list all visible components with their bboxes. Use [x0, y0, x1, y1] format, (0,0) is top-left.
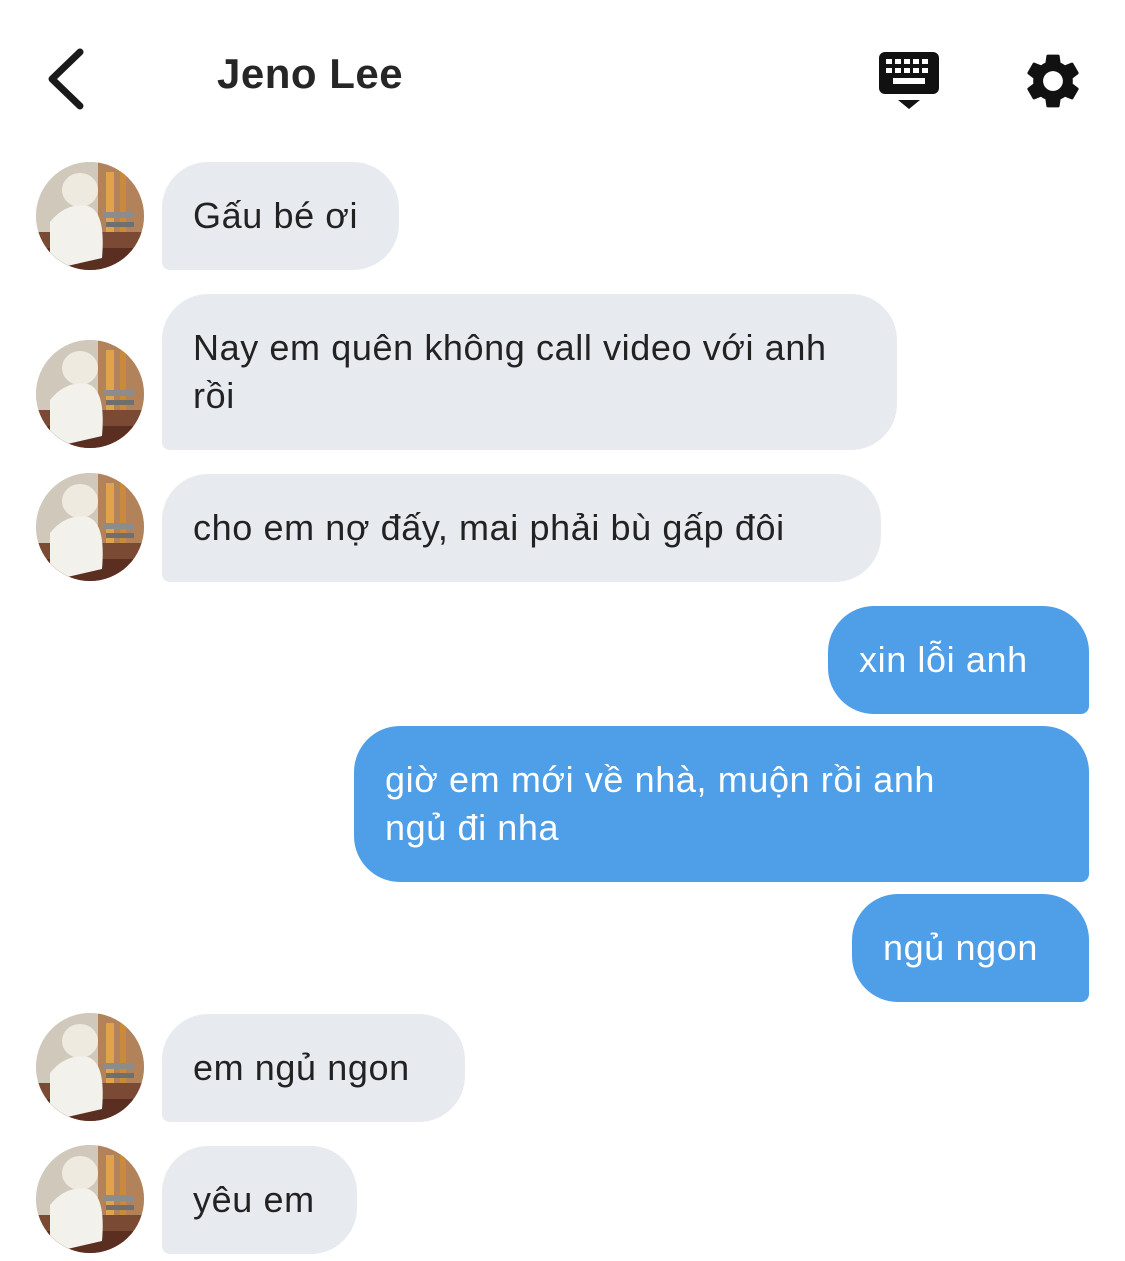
- contact-avatar[interactable]: [36, 1145, 144, 1253]
- message-text: Gấu bé ơi: [193, 195, 359, 236]
- contact-avatar[interactable]: [36, 473, 144, 581]
- chevron-left-icon: [48, 48, 84, 110]
- avatar-photo: [36, 473, 144, 581]
- message-bubble-outgoing[interactable]: ngủ ngon: [852, 894, 1089, 1002]
- message-bubble-outgoing[interactable]: xin lỗi anh: [828, 606, 1089, 714]
- message-bubble-incoming[interactable]: em ngủ ngon: [162, 1014, 465, 1122]
- keyboard-icon: [879, 52, 939, 109]
- message-bubble-incoming[interactable]: cho em nợ đấy, mai phải bù gấp đôi: [162, 474, 881, 582]
- message-bubble-incoming[interactable]: yêu em: [162, 1146, 357, 1254]
- contact-avatar[interactable]: [36, 162, 144, 270]
- gear-icon: [1027, 54, 1079, 108]
- back-button[interactable]: [40, 44, 96, 114]
- chat-header: Jeno Lee: [0, 0, 1125, 150]
- message-text: cho em nợ đấy, mai phải bù gấp đôi: [193, 507, 785, 548]
- avatar-photo: [36, 340, 144, 448]
- keyboard-button[interactable]: [876, 48, 942, 114]
- message-text: Nay em quên không call video với anh rồi: [193, 327, 827, 416]
- message-text: ngủ ngon: [883, 927, 1038, 968]
- settings-button[interactable]: [1020, 48, 1086, 114]
- avatar-photo: [36, 1145, 144, 1253]
- message-bubble-incoming[interactable]: Nay em quên không call video với anh rồi: [162, 294, 897, 450]
- avatar-photo: [36, 162, 144, 270]
- contact-avatar[interactable]: [36, 1013, 144, 1121]
- message-bubble-incoming[interactable]: Gấu bé ơi: [162, 162, 399, 270]
- contact-name[interactable]: Jeno Lee: [217, 50, 403, 98]
- avatar-photo: [36, 1013, 144, 1121]
- message-text: giờ em mới về nhà, muộn rồi anh ngủ đi n…: [385, 759, 936, 848]
- message-bubble-outgoing[interactable]: giờ em mới về nhà, muộn rồi anh ngủ đi n…: [354, 726, 1089, 882]
- contact-avatar[interactable]: [36, 340, 144, 448]
- message-text: em ngủ ngon: [193, 1047, 410, 1088]
- message-text: xin lỗi anh: [859, 639, 1028, 680]
- message-text: yêu em: [193, 1179, 315, 1220]
